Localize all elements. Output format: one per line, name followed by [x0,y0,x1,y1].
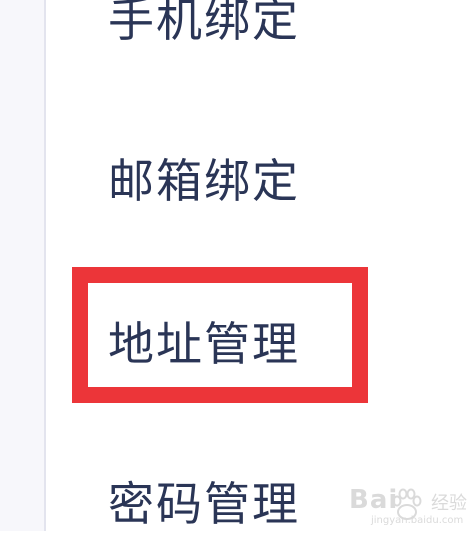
menu-item-email-binding[interactable]: 邮箱绑定 [108,143,300,213]
menu-item-label: 地址管理 [108,317,300,371]
menu-item-label: 密码管理 [108,477,300,531]
menu-item-label: 手机绑定 [108,0,300,47]
menu-item-address-management[interactable]: 地址管理 [108,306,300,376]
menu-item-phone-binding[interactable]: 手机绑定 [108,0,300,52]
watermark-cn: 经验 [431,493,467,514]
watermark: Bai 经验 jingyan.baidu.com [347,485,467,529]
watermark-domain: jingyan.baidu.com [371,515,464,526]
menu-item-password-management[interactable]: 密码管理 [108,466,300,536]
menu-item-label: 邮箱绑定 [108,154,300,208]
settings-menu: 手机绑定 邮箱绑定 地址管理 密码管理 [0,0,473,531]
